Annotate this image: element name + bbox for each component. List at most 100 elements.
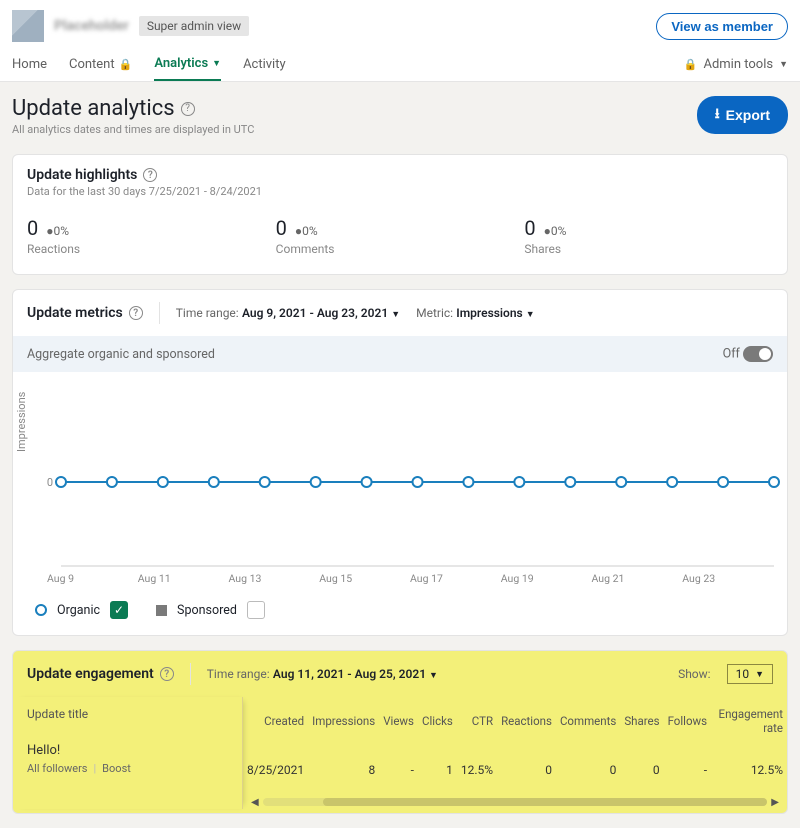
data-point[interactable]: [463, 477, 473, 487]
engagement-table: Update title Hello!All followers|Boost C…: [13, 697, 787, 809]
data-point[interactable]: [158, 477, 168, 487]
legend-organic-label: Organic: [57, 603, 100, 618]
metrics-header: Update metrics ? Time range: Aug 9, 2021…: [13, 290, 787, 336]
tab-activity[interactable]: Activity: [243, 49, 286, 80]
page-header: Placeholder Super admin view View as mem…: [0, 0, 800, 82]
x-axis-ticks: Aug 9Aug 11Aug 13Aug 15Aug 17Aug 19Aug 2…: [13, 572, 787, 589]
table-cell: 8/25/2021: [243, 745, 308, 795]
data-point[interactable]: [413, 477, 423, 487]
update-title: Hello!: [27, 743, 228, 758]
admin-tools-label: Admin tools: [703, 57, 773, 72]
data-point[interactable]: [718, 477, 728, 487]
metrics-title: Update metrics ?: [27, 305, 143, 321]
x-tick: Aug 13: [229, 572, 320, 585]
highlight-cell: 0●0%Comments: [276, 216, 525, 256]
page-title: Update analytics ?: [12, 96, 254, 121]
tab-home[interactable]: Home: [12, 49, 47, 80]
time-range-value: Aug 9, 2021 - Aug 23, 2021 ▼: [242, 306, 400, 320]
aggregate-toggle[interactable]: Off: [723, 346, 773, 362]
lock-icon: 🔒: [119, 58, 133, 71]
show-value: 10: [736, 667, 750, 681]
download-icon: ⭳: [715, 103, 720, 127]
data-point[interactable]: [311, 477, 321, 487]
data-point[interactable]: [667, 477, 677, 487]
help-icon[interactable]: ?: [160, 667, 174, 681]
help-icon[interactable]: ?: [143, 168, 157, 182]
sponsored-checkbox[interactable]: [247, 601, 265, 619]
data-point[interactable]: [565, 477, 575, 487]
highlight-label: Reactions: [27, 242, 276, 256]
scroll-left-arrow[interactable]: ◀: [247, 797, 263, 808]
admin-badge: Super admin view: [139, 16, 249, 36]
tab-analytics[interactable]: Analytics ▼: [154, 48, 221, 81]
toggle-switch[interactable]: [743, 346, 773, 362]
col-header: Reactions: [497, 697, 556, 745]
scroll-track[interactable]: [263, 798, 768, 806]
data-point[interactable]: [362, 477, 372, 487]
engagement-time-range-picker[interactable]: Time range: Aug 11, 2021 - Aug 25, 2021 …: [207, 667, 438, 682]
data-point[interactable]: [107, 477, 117, 487]
time-range-label: Time range:: [176, 306, 239, 320]
metric-value: Impressions ▼: [456, 306, 534, 320]
company-logo[interactable]: [12, 10, 44, 42]
page-title-text: Update analytics: [12, 96, 175, 121]
company-name[interactable]: Placeholder: [54, 18, 129, 34]
table-row[interactable]: Hello!All followers|Boost: [13, 731, 242, 787]
help-icon[interactable]: ?: [129, 306, 143, 320]
legend-sponsored-label: Sponsored: [177, 603, 237, 618]
x-tick: Aug 11: [138, 572, 229, 585]
highlight-value: 0: [27, 216, 38, 240]
tab-content-label: Content: [69, 57, 115, 72]
chevron-down-icon: ▼: [755, 669, 764, 680]
svg-text:0: 0: [47, 476, 53, 489]
line-chart: 0: [27, 382, 782, 572]
col-header: Comments: [556, 697, 620, 745]
show-label: Show:: [678, 667, 711, 681]
boost-link[interactable]: Boost: [102, 762, 131, 775]
divider: [159, 302, 160, 324]
col-update-title: Update title: [13, 697, 242, 731]
table-cell: 1: [418, 745, 457, 795]
table-cell: -: [664, 745, 712, 795]
highlights-title-text: Update highlights: [27, 167, 137, 183]
metrics-card: Update metrics ? Time range: Aug 9, 2021…: [12, 289, 788, 636]
data-point[interactable]: [514, 477, 524, 487]
time-range-picker[interactable]: Time range: Aug 9, 2021 - Aug 23, 2021 ▼: [176, 306, 400, 321]
col-header: Clicks: [418, 697, 457, 745]
chevron-down-icon: ▼: [391, 310, 400, 320]
data-point[interactable]: [56, 477, 66, 487]
scroll-right-arrow[interactable]: ▶: [767, 797, 783, 808]
chevron-down-icon: ▼: [212, 58, 221, 69]
highlight-label: Comments: [276, 242, 525, 256]
organic-checkbox[interactable]: ✓: [110, 601, 128, 619]
admin-tools-dropdown[interactable]: 🔒 Admin tools ▼: [684, 49, 788, 80]
show-count-dropdown[interactable]: 10 ▼: [727, 664, 773, 684]
data-point[interactable]: [769, 477, 779, 487]
engagement-header: Update engagement ? Time range: Aug 11, …: [13, 651, 787, 697]
col-header: Created: [243, 697, 308, 745]
tab-analytics-label: Analytics: [154, 56, 208, 71]
col-header: Impressions: [308, 697, 379, 745]
audience-label: All followers: [27, 762, 87, 775]
organic-marker-icon: [35, 604, 47, 616]
horizontal-scrollbar[interactable]: ◀ ▶: [243, 795, 787, 809]
data-point[interactable]: [616, 477, 626, 487]
data-point[interactable]: [260, 477, 270, 487]
view-as-member-button[interactable]: View as member: [656, 13, 788, 40]
highlight-delta: ●0%: [544, 224, 567, 238]
metric-picker[interactable]: Metric: Impressions ▼: [416, 306, 535, 321]
time-range-value: Aug 11, 2021 - Aug 25, 2021 ▼: [273, 667, 438, 681]
x-tick: Aug 23: [682, 572, 773, 585]
x-tick: Aug 19: [501, 572, 592, 585]
highlight-cell: 0●0%Reactions: [27, 216, 276, 256]
help-icon[interactable]: ?: [181, 102, 195, 116]
highlight-value: 0: [276, 216, 287, 240]
x-tick: Aug 17: [410, 572, 501, 585]
highlight-label: Shares: [524, 242, 773, 256]
tab-content[interactable]: Content 🔒: [69, 49, 132, 80]
export-button[interactable]: ⭳ Export: [697, 96, 788, 134]
data-point[interactable]: [209, 477, 219, 487]
highlight-value: 0: [524, 216, 535, 240]
scroll-thumb[interactable]: [323, 798, 768, 806]
tab-home-label: Home: [12, 57, 47, 72]
